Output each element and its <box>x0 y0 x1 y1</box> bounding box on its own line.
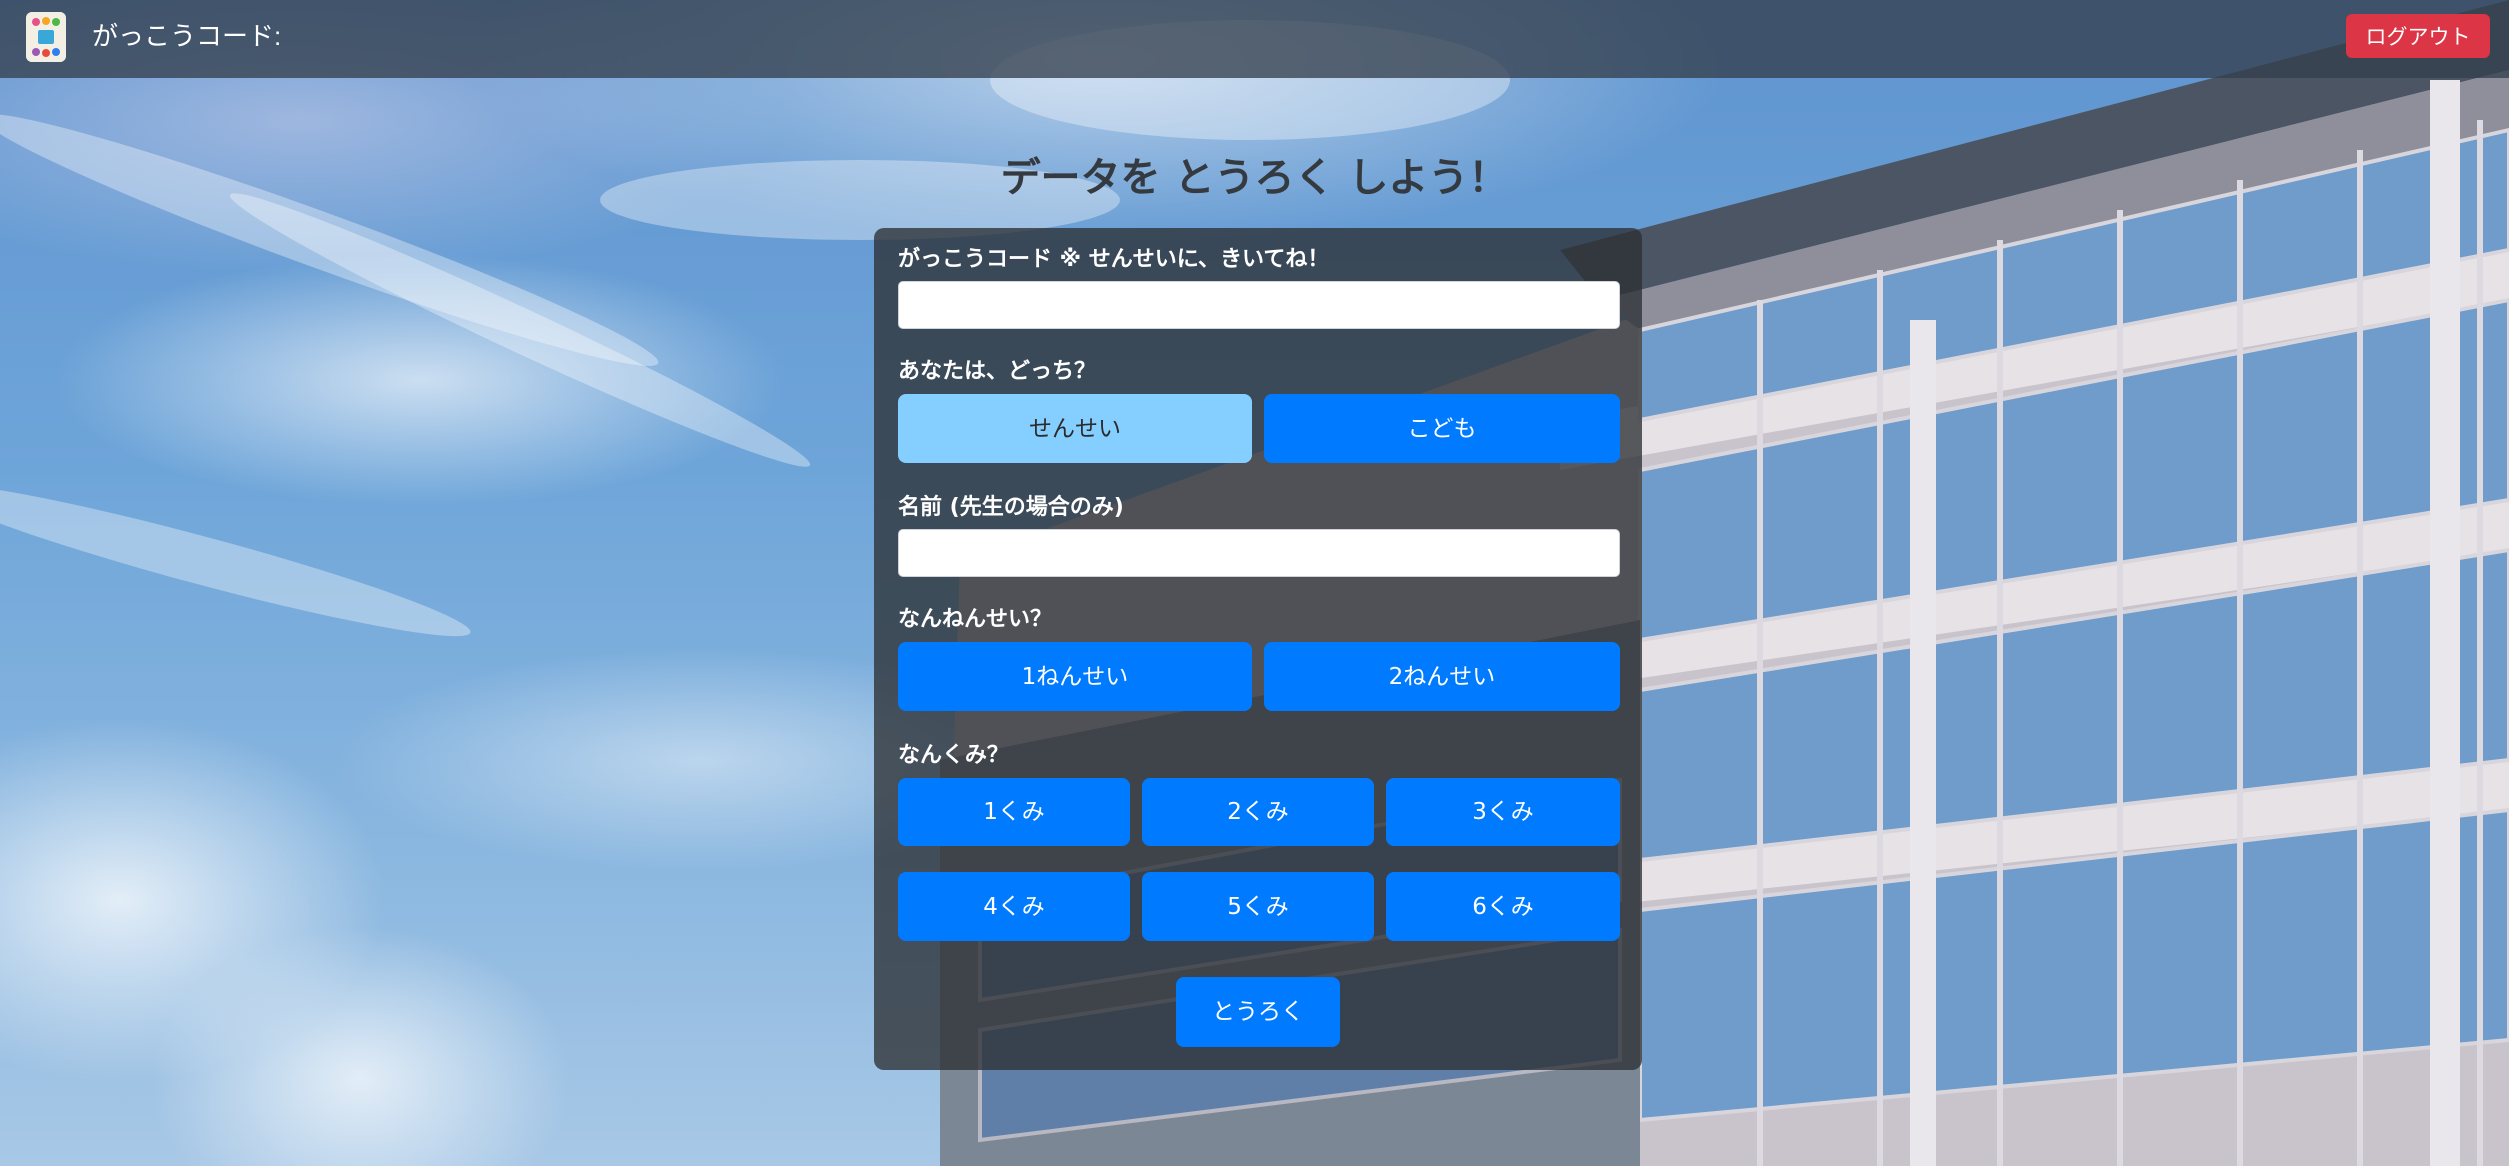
school-code-label: がっこうコード ※ せんせいに、きいてね！ <box>898 247 1330 272</box>
grade-1-button[interactable]: 1ねんせい <box>898 642 1252 711</box>
class-1-button[interactable]: 1くみ <box>898 778 1130 846</box>
class-label: なんくみ？ <box>898 743 1009 768</box>
role-teacher-button[interactable]: せんせい <box>898 394 1252 463</box>
grade-label: なんねんせい？ <box>898 607 1053 632</box>
class-2-button[interactable]: 2くみ <box>1142 778 1374 846</box>
top-navbar: がっこうコード: ログアウト <box>0 0 2509 78</box>
class-3-button[interactable]: 3くみ <box>1386 778 1620 846</box>
name-label: 名前 (先生の場合のみ) <box>898 495 1124 520</box>
class-5-button[interactable]: 5くみ <box>1142 872 1374 941</box>
role-child-button[interactable]: こども <box>1264 394 1620 463</box>
name-input[interactable] <box>898 529 1620 577</box>
grade-2-button[interactable]: 2ねんせい <box>1264 642 1620 711</box>
page-title: データを とうろく しよう！ <box>1000 155 1509 201</box>
school-code-header: がっこうコード: <box>92 21 282 51</box>
registration-form: がっこうコード ※ せんせいに、きいてね！ あなたは、どっち？ せんせい こども… <box>874 228 1642 1070</box>
submit-button[interactable]: とうろく <box>1176 977 1340 1047</box>
app-logo-icon <box>26 12 66 62</box>
app-logo[interactable] <box>26 12 66 62</box>
class-4-button[interactable]: 4くみ <box>898 872 1130 941</box>
school-code-input[interactable] <box>898 281 1620 329</box>
class-6-button[interactable]: 6くみ <box>1386 872 1620 941</box>
role-label: あなたは、どっち？ <box>898 359 1097 384</box>
logout-button[interactable]: ログアウト <box>2346 14 2490 58</box>
